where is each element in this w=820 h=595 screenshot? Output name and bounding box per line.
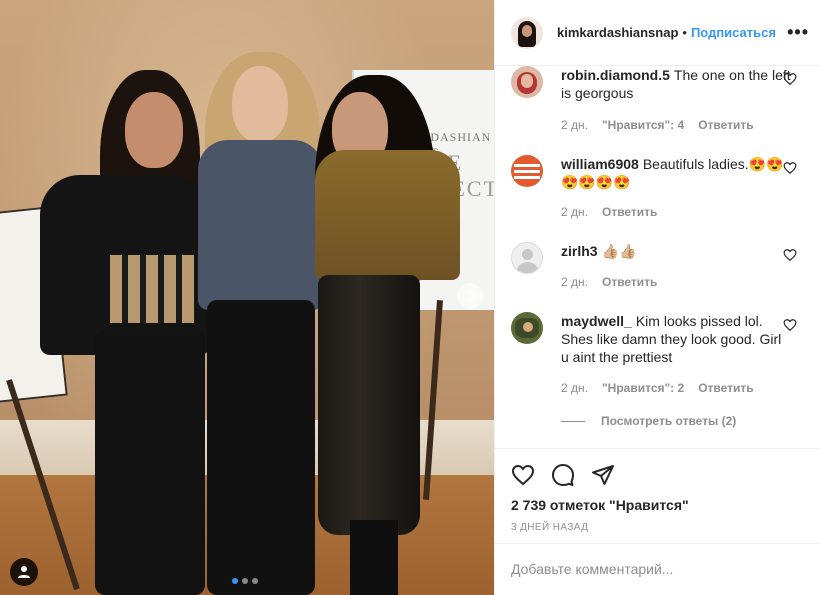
heart-icon[interactable] xyxy=(783,161,797,175)
heart-icon[interactable] xyxy=(783,72,797,86)
like-heart-icon[interactable] xyxy=(511,463,535,487)
comment-item: william6908 Beautifuls ladies.😍😍 😍😍😍😍 2 д… xyxy=(511,155,807,225)
reply-button[interactable]: Ответить xyxy=(698,381,753,395)
comment-username[interactable]: robin.diamond.5 xyxy=(561,67,670,83)
replies-divider-line xyxy=(561,420,585,422)
add-comment-box xyxy=(495,543,820,595)
comment-avatar[interactable] xyxy=(511,242,543,274)
comment-body: william6908 Beautifuls ladies.😍😍 😍😍😍😍 xyxy=(561,155,791,191)
post-username[interactable]: kimkardashiansnap xyxy=(557,25,678,40)
comment-likes[interactable]: "Нравится": 4 xyxy=(602,118,684,132)
comment-avatar[interactable] xyxy=(511,155,543,187)
comment-username[interactable]: maydwell_ xyxy=(561,313,632,329)
action-icons xyxy=(511,463,615,487)
comment-text: 👍🏼👍🏼 xyxy=(601,243,637,259)
follow-button[interactable]: Подписаться xyxy=(691,25,776,40)
comment-likes[interactable]: "Нравится": 2 xyxy=(602,381,684,395)
avatar[interactable] xyxy=(511,16,543,49)
carousel-dot xyxy=(252,578,258,584)
comment-meta: 2 дн. "Нравится": 4 Ответить xyxy=(561,118,754,132)
heart-icon[interactable] xyxy=(783,248,797,262)
header-separator: • xyxy=(682,25,687,40)
view-replies-button[interactable]: Посмотреть ответы (2) xyxy=(561,414,736,428)
carousel-dot xyxy=(242,578,248,584)
heart-icon[interactable] xyxy=(783,318,797,332)
post-header: kimkardashiansnap • Подписаться ••• xyxy=(495,0,820,66)
carousel-dot xyxy=(232,578,238,584)
share-icon[interactable] xyxy=(591,463,615,487)
comment-username[interactable]: william6908 xyxy=(561,156,639,172)
post-date[interactable]: 3 ДНЕЙ НАЗАД xyxy=(511,522,588,533)
next-slide-button[interactable] xyxy=(457,283,483,309)
comment-meta: 2 дн. Ответить xyxy=(561,275,657,289)
user-tag-icon xyxy=(18,566,30,578)
reply-button[interactable]: Ответить xyxy=(602,275,657,289)
view-replies-label: Посмотреть ответы (2) xyxy=(601,414,737,428)
likes-count[interactable]: 2 739 отметок "Нравится" xyxy=(511,497,689,513)
comment-body: robin.diamond.5 The one on the left is ge… xyxy=(561,66,791,102)
carousel-indicator xyxy=(232,578,258,584)
comment-username[interactable]: zirlh3 xyxy=(561,243,598,259)
more-options-button[interactable]: ••• xyxy=(787,22,809,43)
comment-time[interactable]: 2 дн. xyxy=(561,275,588,289)
reply-button[interactable]: Ответить xyxy=(602,205,657,219)
comment-time[interactable]: 2 дн. xyxy=(561,381,588,395)
comment-time[interactable]: 2 дн. xyxy=(561,118,588,132)
comment-icon[interactable] xyxy=(551,463,575,487)
comment-avatar[interactable] xyxy=(511,66,543,98)
comment-time[interactable]: 2 дн. xyxy=(561,205,588,219)
user-tag-button[interactable] xyxy=(10,558,38,586)
chevron-right-icon xyxy=(467,290,475,302)
comment-item: maydwell_ Kim looks pissed lol. Shes like… xyxy=(511,312,807,402)
reply-button[interactable]: Ответить xyxy=(698,118,753,132)
comment-avatar[interactable] xyxy=(511,312,543,344)
comment-body: maydwell_ Kim looks pissed lol. Shes like… xyxy=(561,312,791,366)
comment-meta: 2 дн. Ответить xyxy=(561,205,657,219)
post-panel: kimkardashiansnap • Подписаться ••• robi… xyxy=(494,0,820,595)
comment-input[interactable] xyxy=(511,558,771,580)
post-photo[interactable]: KARDASHIAN WEST STICE PROJECT xyxy=(0,0,494,595)
comment-body: zirlh3 👍🏼👍🏼 xyxy=(561,242,791,260)
comment-meta: 2 дн. "Нравится": 2 Ответить xyxy=(561,381,754,395)
comment-item: robin.diamond.5 The one on the left is ge… xyxy=(511,66,807,136)
comment-item: zirlh3 👍🏼👍🏼 2 дн. Ответить xyxy=(511,242,807,297)
post-actions: 2 739 отметок "Нравится" 3 ДНЕЙ НАЗАД xyxy=(495,448,820,548)
